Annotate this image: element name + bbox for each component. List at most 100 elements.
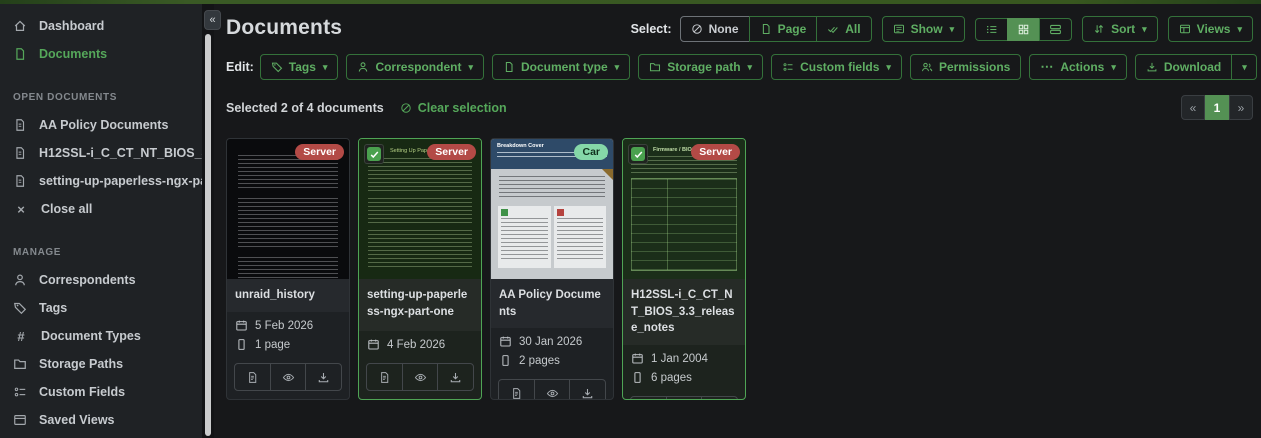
download-icon: [581, 387, 594, 400]
edit-document-button[interactable]: [499, 380, 534, 400]
card-meta: 4 Feb 2026: [359, 331, 481, 359]
tag-badge[interactable]: Car: [574, 144, 608, 160]
document-icon: [503, 61, 515, 73]
pagination-next-button[interactable]: »: [1229, 95, 1253, 120]
tag-badge[interactable]: Server: [427, 144, 476, 160]
edit-document-button[interactable]: [631, 397, 666, 400]
show-dropdown-button[interactable]: Show ▾: [882, 16, 966, 42]
calendar-icon: [499, 335, 512, 348]
home-icon: [13, 19, 27, 33]
pagination-prev-button[interactable]: «: [1181, 95, 1205, 120]
download-split-button: Download ▾: [1135, 54, 1257, 80]
detail-view-button[interactable]: [1039, 18, 1072, 41]
selected-checkbox[interactable]: [628, 144, 648, 164]
preview-document-button[interactable]: [402, 364, 438, 390]
download-document-button[interactable]: [701, 397, 737, 400]
document-thumbnail[interactable]: Car Breakdown Cover: [491, 139, 613, 279]
sidebar-item-documents[interactable]: Documents: [0, 40, 202, 68]
grid-view-button[interactable]: [1007, 18, 1040, 41]
edit-storage-path-button[interactable]: Storage path ▾: [638, 54, 763, 80]
calendar-icon: [367, 338, 380, 351]
card-action-group: [366, 363, 474, 391]
chevron-down-icon: ▾: [1237, 24, 1242, 34]
edit-document-type-label: Document type: [521, 59, 608, 75]
document-pages: 2 pages: [519, 355, 560, 367]
document-title: H12SSL-i_C_CT_NT_BIOS_3.3_release_notes: [631, 287, 737, 337]
sidebar-item-saved-views[interactable]: Saved Views: [0, 406, 202, 434]
tag-badge[interactable]: Server: [295, 144, 344, 160]
dots-icon: ⋯: [1040, 62, 1054, 72]
document-cards: Server unraid_history 5 Feb 2026: [226, 138, 1253, 400]
open-doc-setting-up-paperless[interactable]: setting-up-paperless-ngx-part-one: [0, 167, 202, 195]
tag-badge[interactable]: Server: [691, 144, 740, 160]
close-all-button[interactable]: × Close all: [0, 195, 202, 223]
sidebar-item-custom-fields[interactable]: Custom Fields: [0, 378, 202, 406]
chevron-down-icon: ▾: [1142, 24, 1147, 34]
clear-selection-link[interactable]: Clear selection: [400, 101, 507, 115]
sidebar-item-tags[interactable]: Tags: [0, 294, 202, 322]
paperless-app: Dashboard Documents OPEN DOCUMENTS AA Po…: [0, 0, 1261, 438]
sidebar-item-correspondents[interactable]: Correspondents: [0, 266, 202, 294]
download-document-button[interactable]: [569, 380, 605, 400]
sidebar-item-workflows[interactable]: Workflows: [0, 434, 202, 438]
sidebar-item-document-types[interactable]: # Document Types: [0, 322, 202, 350]
select-page-label: Page: [778, 21, 807, 37]
sort-dropdown-button[interactable]: Sort ▾: [1082, 16, 1158, 42]
slash-circle-icon: [691, 23, 703, 35]
edit-correspondent-label: Correspondent: [375, 59, 461, 75]
selected-checkbox[interactable]: [364, 144, 384, 164]
folder-icon: [13, 357, 27, 371]
select-label: Select:: [631, 22, 672, 36]
edit-document-button[interactable]: [235, 364, 270, 390]
scrollbar-thumb[interactable]: [205, 34, 211, 436]
open-doc-h12ssl[interactable]: H12SSL-i_C_CT_NT_BIOS_3.3_rele...: [0, 139, 202, 167]
chevron-down-icon: ▾: [615, 62, 620, 72]
views-dropdown-button[interactable]: Views ▾: [1168, 16, 1253, 42]
card-action-group: [498, 379, 606, 400]
card-meta: 5 Feb 2026 1 page: [227, 312, 349, 359]
edit-document-type-button[interactable]: Document type ▾: [492, 54, 630, 80]
download-document-button[interactable]: [437, 364, 473, 390]
download-icon: [317, 371, 330, 384]
sidebar-item-label: Dashboard: [39, 19, 104, 33]
sidebar-collapse-button[interactable]: «: [204, 10, 221, 30]
document-thumbnail[interactable]: Server Firmware / BIOS Release Notes For…: [623, 139, 745, 279]
edit-document-button[interactable]: [367, 364, 402, 390]
download-document-button[interactable]: [305, 364, 341, 390]
edit-custom-fields-button[interactable]: Custom fields ▾: [771, 54, 902, 80]
card-action-group: [630, 396, 738, 400]
edit-permissions-button[interactable]: Permissions: [910, 54, 1021, 80]
sidebar-item-storage-paths[interactable]: Storage Paths: [0, 350, 202, 378]
card-title-box: setting-up-paperless-ngx-part-one: [359, 279, 481, 331]
download-options-button[interactable]: ▾: [1231, 54, 1257, 80]
document-thumbnail[interactable]: Server: [227, 139, 349, 279]
pagination-page-1[interactable]: 1: [1205, 95, 1229, 120]
tag-icon: [271, 61, 283, 73]
document-thumbnail[interactable]: Server Setting Up Paperless NGX (Part On…: [359, 139, 481, 279]
preview-document-button[interactable]: [270, 364, 306, 390]
card-title-box: unraid_history: [227, 279, 349, 312]
actions-dropdown-button[interactable]: ⋯ Actions ▾: [1029, 54, 1127, 80]
preview-document-button[interactable]: [534, 380, 570, 400]
page-count-icon: [631, 371, 644, 384]
person-icon: [357, 61, 369, 73]
download-button[interactable]: Download: [1135, 54, 1232, 80]
edit-correspondent-button[interactable]: Correspondent ▾: [346, 54, 484, 80]
sidebar-item-label: Custom Fields: [39, 385, 125, 399]
preview-document-button[interactable]: [666, 397, 702, 400]
open-doc-aa-policy[interactable]: AA Policy Documents: [0, 111, 202, 139]
edit-label: Edit:: [226, 60, 254, 74]
document-text-icon: [13, 174, 27, 188]
document-card-setting-up-paperless[interactable]: Server Setting Up Paperless NGX (Part On…: [358, 138, 482, 400]
document-card-aa-policy[interactable]: Car Breakdown Cover AA Policy: [490, 138, 614, 400]
select-none-button[interactable]: None: [680, 16, 750, 42]
select-all-button[interactable]: All: [816, 16, 871, 42]
select-page-button[interactable]: Page: [749, 16, 818, 42]
card-meta: 30 Jan 2026 2 pages: [491, 328, 613, 375]
document-card-h12ssl-bios[interactable]: Server Firmware / BIOS Release Notes For…: [622, 138, 746, 400]
list-view-button[interactable]: [975, 18, 1008, 41]
sidebar-item-dashboard[interactable]: Dashboard: [0, 12, 202, 40]
chevron-down-icon: ▾: [886, 62, 891, 72]
document-card-unraid-history[interactable]: Server unraid_history 5 Feb 2026: [226, 138, 350, 400]
edit-tags-button[interactable]: Tags ▾: [260, 54, 339, 80]
